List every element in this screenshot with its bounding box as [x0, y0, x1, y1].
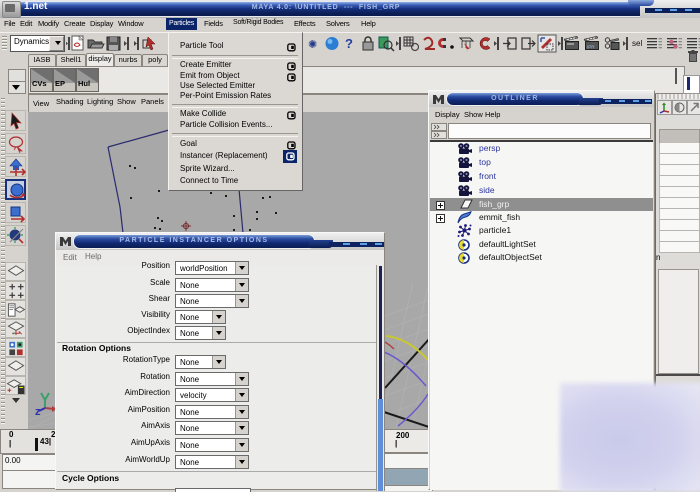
svg-text:IPR: IPR: [587, 45, 595, 50]
svg-text:z: z: [35, 406, 41, 418]
svg-text:?: ?: [345, 36, 353, 51]
svg-text:sel: sel: [632, 39, 642, 48]
svg-text:✺: ✺: [308, 39, 317, 51]
